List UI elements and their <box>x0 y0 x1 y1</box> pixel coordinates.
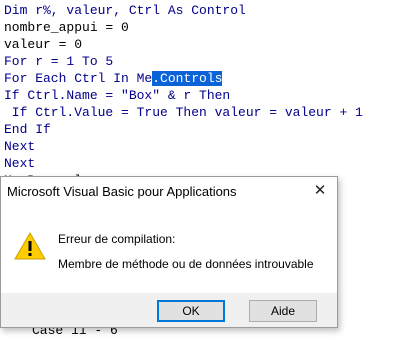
code-token: Next <box>4 156 36 171</box>
error-dialog: Microsoft Visual Basic pour Applications… <box>0 176 338 328</box>
code-line[interactable]: For Each Ctrl In Me.Controls <box>4 70 223 87</box>
error-title-text: Erreur de compilation: <box>58 232 176 246</box>
code-token: Dim r%, valeur, Ctrl As Control <box>4 3 246 18</box>
code-token: If Ctrl.Value = True Then valeur = valeu… <box>4 105 363 120</box>
dialog-button-bar: OK Aide <box>1 293 337 327</box>
code-line[interactable]: If Ctrl.Value = True Then valeur = valeu… <box>4 104 363 121</box>
warning-exclamation-bar <box>28 241 32 251</box>
warning-exclamation-dot <box>28 253 32 256</box>
ok-button[interactable]: OK <box>157 300 225 322</box>
code-line[interactable]: Dim r%, valeur, Ctrl As Control <box>4 2 246 19</box>
code-token: valeur = 0 <box>4 37 83 52</box>
help-button[interactable]: Aide <box>249 300 317 322</box>
code-line[interactable]: Next <box>4 138 35 155</box>
code-token: If Ctrl.Name = "Box" & r Then <box>4 88 231 103</box>
selected-code-text: .Controls <box>152 71 223 86</box>
code-line[interactable]: If Ctrl.Name = "Box" & r Then <box>4 87 230 104</box>
dialog-title: Microsoft Visual Basic pour Applications <box>7 184 237 199</box>
code-token: For r = 1 To 5 <box>4 54 114 69</box>
code-line[interactable]: For r = 1 To 5 <box>4 53 113 70</box>
dialog-titlebar[interactable]: Microsoft Visual Basic pour Applications… <box>1 177 337 205</box>
code-token: For Each Ctrl In Me <box>4 71 153 86</box>
code-line[interactable]: nombre_appui = 0 <box>4 19 129 36</box>
code-token: nombre_appui = 0 <box>4 20 129 35</box>
code-line[interactable]: End If <box>4 121 51 138</box>
close-icon[interactable]: ✕ <box>307 179 333 203</box>
code-line[interactable]: valeur = 0 <box>4 36 82 53</box>
error-message-text: Membre de méthode ou de données introuva… <box>58 257 314 271</box>
warning-icon <box>14 231 46 260</box>
code-token: Next <box>4 139 36 154</box>
code-token: End If <box>4 122 51 137</box>
code-line[interactable]: Next <box>4 155 35 172</box>
